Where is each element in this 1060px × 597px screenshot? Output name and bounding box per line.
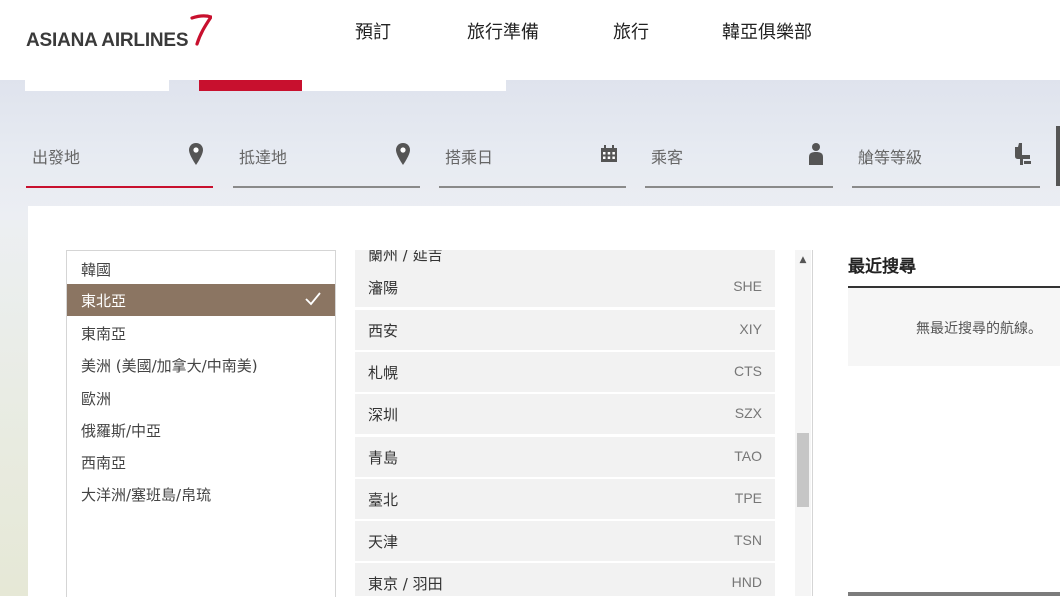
region-item-oceania[interactable]: 大洋洲/塞班島/帛琉 [67, 478, 335, 510]
region-item-americas[interactable]: 美洲 (美國/加拿大/中南美) [67, 349, 335, 381]
city-row-tpe[interactable]: 臺北 TPE [355, 479, 775, 519]
cabin-class-field[interactable]: 艙等等級 [852, 134, 1040, 188]
nav-item-booking[interactable]: 預訂 [355, 18, 391, 44]
region-label: 美洲 (美國/加拿大/中南美) [81, 357, 258, 375]
city-row-cts[interactable]: 札幌 CTS [355, 352, 775, 392]
city-name: 蘭州 / 延吉 [368, 250, 443, 264]
calendar-icon [598, 142, 620, 166]
airport-code: XIY [739, 321, 762, 337]
city-name: 東京 / 羽田 [368, 575, 443, 593]
map-pin-icon [185, 142, 207, 166]
region-label: 東南亞 [81, 325, 127, 343]
region-item-northeast-asia[interactable]: 東北亞 [67, 284, 335, 316]
city-name: 瀋陽 [368, 279, 399, 297]
passengers-label: 乘客 [651, 148, 684, 167]
region-label: 大洋洲/塞班島/帛琉 [81, 486, 212, 504]
city-name: 札幌 [368, 364, 399, 382]
departure-field[interactable]: 出發地 [26, 134, 213, 188]
nav-item-travel-prep[interactable]: 旅行準備 [467, 18, 539, 44]
region-label: 俄羅斯/中亞 [81, 422, 162, 440]
region-item-southwest-asia[interactable]: 西南亞 [67, 446, 335, 478]
city-row-tsn[interactable]: 天津 TSN [355, 521, 775, 561]
departure-label: 出發地 [32, 148, 81, 167]
scrollbar-thumb[interactable] [797, 433, 809, 507]
city-row-szx[interactable]: 深圳 SZX [355, 394, 775, 434]
airport-code: TAO [734, 448, 762, 464]
date-label: 搭乘日 [445, 148, 494, 167]
passengers-field[interactable]: 乘客 [645, 134, 833, 188]
city-name: 深圳 [368, 406, 399, 424]
airport-code: CTS [734, 363, 762, 379]
city-row-tao[interactable]: 青島 TAO [355, 437, 775, 477]
arrival-field[interactable]: 抵達地 [233, 134, 420, 188]
map-pin-icon [392, 142, 414, 166]
seat-icon [1012, 142, 1034, 166]
city-list: 蘭州 / 延吉 瀋陽 SHE 西安 XIY 札幌 CTS 深圳 SZX 青島 T… [334, 250, 813, 596]
booking-tab-active[interactable] [199, 80, 302, 91]
airport-code: TSN [734, 532, 762, 548]
search-button-edge[interactable] [1056, 126, 1060, 186]
cabin-class-label: 艙等等級 [858, 148, 923, 167]
scroll-up-arrow-icon[interactable]: ▲ [797, 253, 809, 267]
region-label: 韓國 [81, 261, 112, 279]
person-icon [805, 142, 827, 166]
nav-item-asiana-club[interactable]: 韓亞俱樂部 [722, 18, 812, 44]
region-item-southeast-asia[interactable]: 東南亞 [67, 317, 335, 349]
booking-tab[interactable] [25, 80, 169, 91]
recent-search-empty-message: 無最近搜尋的航線。 [916, 321, 1042, 337]
city-row-hnd[interactable]: 東京 / 羽田 HND [355, 563, 775, 596]
recent-search-box: 無最近搜尋的航線。 [848, 288, 1060, 366]
region-label: 東北亞 [81, 292, 127, 310]
region-list: 韓國 東北亞 東南亞 美洲 (美國/加拿大/中南美) 歐洲 俄羅斯/中亞 西南亞… [66, 250, 336, 597]
airport-code: HND [731, 574, 762, 590]
airport-code: SZX [734, 405, 762, 421]
city-row-xiy[interactable]: 西安 XIY [355, 310, 775, 350]
city-row-she[interactable]: 瀋陽 SHE [355, 267, 775, 307]
logo-wing-icon [190, 14, 213, 46]
header: ASIANA AIRLINES 預訂 旅行準備 旅行 韓亞俱樂部 [0, 0, 1060, 80]
departure-date-field[interactable]: 搭乘日 [439, 134, 626, 188]
airport-code: SHE [733, 278, 762, 294]
logo-text: ASIANA AIRLINES [26, 30, 189, 51]
checkmark-icon [305, 292, 321, 306]
airport-code: TPE [734, 490, 762, 506]
region-item-europe[interactable]: 歐洲 [67, 382, 335, 414]
bottom-divider [848, 592, 1060, 596]
background-strip [0, 220, 28, 596]
region-item-russia-central-asia[interactable]: 俄羅斯/中亞 [67, 414, 335, 446]
recent-search-title: 最近搜尋 [848, 257, 916, 277]
region-item-korea[interactable]: 韓國 [67, 253, 335, 285]
arrival-label: 抵達地 [239, 148, 288, 167]
city-name: 臺北 [368, 491, 399, 509]
region-label: 歐洲 [81, 390, 112, 408]
region-label: 西南亞 [81, 454, 127, 472]
city-name: 西安 [368, 322, 399, 340]
asiana-logo[interactable]: ASIANA AIRLINES [26, 14, 213, 52]
nav-item-travel[interactable]: 旅行 [613, 18, 649, 44]
city-name: 天津 [368, 533, 399, 551]
city-name: 青島 [368, 449, 399, 467]
city-list-scrollbar[interactable] [795, 250, 811, 596]
booking-tab[interactable] [302, 80, 506, 91]
